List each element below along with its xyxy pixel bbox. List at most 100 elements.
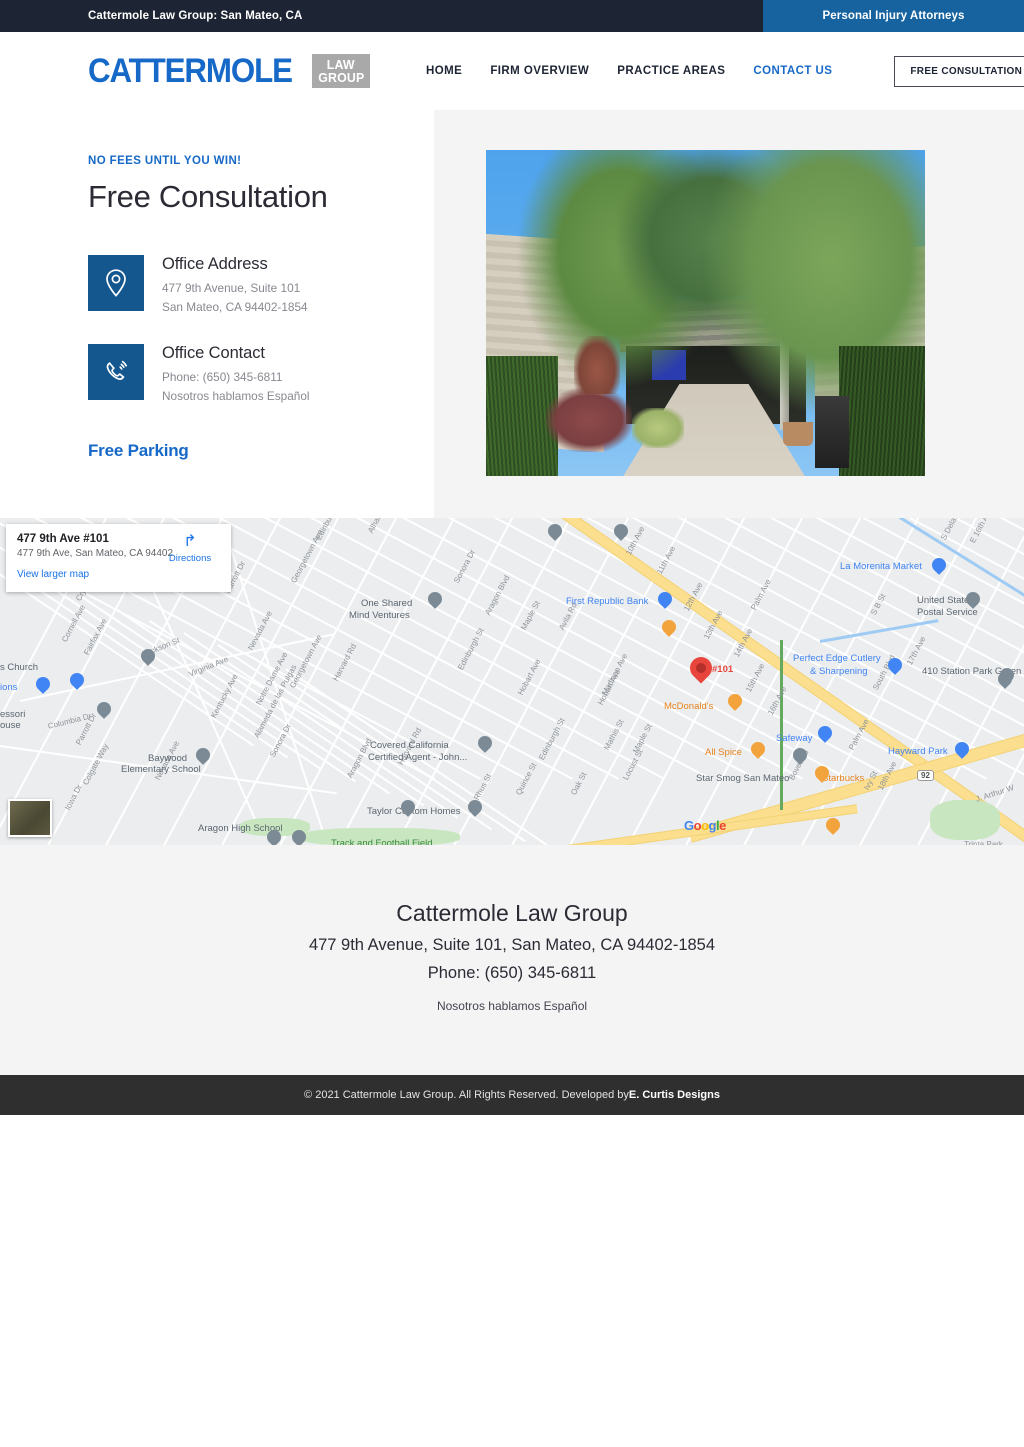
site-footer: © 2021 Cattermole Law Group. All Rights … bbox=[0, 1075, 1024, 1115]
site-header: CATTERMOLE LAW GROUP HOME FIRM OVERVIEW … bbox=[0, 32, 1024, 110]
photo-flax-plant bbox=[574, 336, 620, 394]
office-contact-block: Office Contact Phone: (650) 345-6811 Nos… bbox=[88, 343, 418, 407]
map-poi-pin[interactable] bbox=[425, 589, 445, 611]
firm-language-note: Nosotros hablamos Español bbox=[436, 999, 588, 1013]
photo-red-shrub bbox=[546, 388, 632, 452]
map-green-area bbox=[930, 800, 1000, 840]
map-poi-label[interactable]: Track and Football Field bbox=[331, 838, 433, 845]
map-satellite-toggle[interactable] bbox=[8, 799, 52, 837]
map-poi-label[interactable]: All Spice bbox=[705, 747, 742, 758]
page-title: Free Consultation bbox=[88, 179, 328, 214]
page-bottom-whitespace bbox=[0, 1115, 1024, 1447]
logo-badge-line-2: GROUP bbox=[317, 70, 365, 85]
logo-badge: LAW GROUP bbox=[311, 54, 371, 88]
map-poi-pin[interactable] bbox=[725, 691, 745, 713]
map-poi-pin[interactable] bbox=[952, 739, 972, 761]
map-poi-label[interactable]: Safeway bbox=[776, 733, 812, 744]
office-phone-line: Phone: (650) 345-6811 bbox=[162, 369, 283, 384]
office-address-line-2: San Mateo, CA 94402-1854 bbox=[162, 300, 308, 315]
office-contact-text: Office Contact Phone: (650) 345-6811 Nos… bbox=[162, 344, 310, 407]
office-language-line: Nosotros hablamos Español bbox=[162, 389, 310, 404]
google-map[interactable]: 10th Ave 11th Ave 12th Ave 13th Ave 14th Ave… bbox=[0, 518, 1024, 845]
map-pin-icon bbox=[88, 255, 144, 311]
map-poi-label[interactable]: Perfect Edge Cutlery bbox=[793, 653, 881, 664]
directions-arrow-icon: ↱ bbox=[183, 533, 197, 550]
top-bar-location-text: Cattermole Law Group: San Mateo, CA bbox=[88, 10, 303, 22]
map-info-card[interactable]: 477 9th Ave #101 477 9th Ave, San Mateo,… bbox=[6, 524, 231, 592]
map-poi-pin[interactable] bbox=[611, 521, 631, 543]
copyright-text: © 2021 Cattermole Law Group. All Rights … bbox=[304, 1089, 629, 1101]
address-section: Cattermole Law Group 477 9th Avenue, Sui… bbox=[0, 845, 1024, 1075]
map-poi-label[interactable]: One Shared bbox=[361, 598, 412, 609]
photo-flower-pot bbox=[783, 422, 813, 446]
map-poi-pin[interactable] bbox=[748, 739, 768, 761]
map-poi-pin[interactable] bbox=[885, 655, 905, 677]
free-parking-link[interactable]: Free Parking bbox=[88, 441, 418, 461]
map-poi-label[interactable]: First Republic Bank bbox=[566, 596, 648, 607]
map-poi-label[interactable]: Mind Ventures bbox=[349, 610, 410, 621]
map-poi-pin[interactable] bbox=[655, 589, 675, 611]
map-poi-pin[interactable] bbox=[995, 669, 1015, 691]
nav-item-home[interactable]: HOME bbox=[412, 65, 476, 77]
map-poi-pin[interactable] bbox=[963, 589, 983, 611]
map-poi-label[interactable]: s Church bbox=[0, 662, 38, 673]
map-poi-label[interactable]: Covered California bbox=[370, 740, 449, 751]
map-poi-pin[interactable] bbox=[812, 763, 832, 785]
office-marker-label: #101 bbox=[712, 664, 734, 675]
map-poi-label[interactable]: & Sharpening bbox=[810, 666, 868, 677]
office-location-marker[interactable] bbox=[685, 652, 717, 687]
map-poi-pin[interactable] bbox=[94, 699, 114, 721]
map-poi-label[interactable]: Elementary School bbox=[121, 764, 201, 775]
firm-address: 477 9th Avenue, Suite 101, San Mateo, CA… bbox=[308, 936, 716, 954]
map-green-area bbox=[780, 640, 783, 810]
map-poi-pin[interactable] bbox=[815, 723, 835, 745]
directions-button[interactable]: ↱ Directions bbox=[161, 533, 219, 565]
top-bar-tagline: Personal Injury Attorneys bbox=[763, 0, 1024, 32]
phone-icon bbox=[88, 343, 144, 400]
nav-item-firm-overview[interactable]: FIRM OVERVIEW bbox=[476, 65, 603, 77]
google-logo: Google bbox=[684, 818, 726, 833]
map-poi-pin[interactable] bbox=[475, 733, 495, 755]
site-logo[interactable]: CATTERMOLE LAW GROUP bbox=[88, 54, 371, 88]
map-poi-pin[interactable] bbox=[264, 827, 284, 845]
map-poi-label[interactable]: ouse bbox=[0, 720, 21, 731]
map-poi-label[interactable]: Hayward Park bbox=[888, 746, 948, 757]
map-poi-label[interactable]: essori bbox=[0, 709, 25, 720]
main-navigation: HOME FIRM OVERVIEW PRACTICE AREAS CONTAC… bbox=[412, 32, 1024, 110]
view-larger-map-link[interactable]: View larger map bbox=[17, 569, 220, 580]
photo-shrub-right bbox=[839, 346, 925, 476]
office-photo bbox=[486, 150, 925, 476]
map-poi-pin[interactable] bbox=[193, 745, 213, 767]
map-poi-pin[interactable] bbox=[790, 745, 810, 767]
map-poi-pin[interactable] bbox=[465, 797, 485, 819]
map-poi-label[interactable]: McDonald's bbox=[664, 701, 713, 712]
map-poi-pin[interactable] bbox=[398, 797, 418, 819]
map-poi-label[interactable]: Baywood bbox=[148, 753, 187, 764]
map-poi-label[interactable]: Star Smog San Mateo bbox=[696, 773, 789, 784]
map-poi-pin[interactable] bbox=[545, 521, 565, 543]
developer-credit-link[interactable]: E. Curtis Designs bbox=[629, 1089, 720, 1101]
nav-item-practice-areas[interactable]: PRACTICE AREAS bbox=[603, 65, 739, 77]
map-poi-pin[interactable] bbox=[659, 617, 679, 639]
map-poi-pin[interactable] bbox=[138, 646, 158, 668]
map-poi-label[interactable]: La Morenita Market bbox=[840, 561, 922, 572]
hero-contact-column: NO FEES UNTIL YOU WIN! Free Consultation… bbox=[88, 110, 418, 461]
map-poi-label[interactable]: ions bbox=[0, 682, 17, 693]
firm-name: Cattermole Law Group bbox=[396, 900, 628, 926]
hero-eyebrow: NO FEES UNTIL YOU WIN! bbox=[88, 155, 242, 167]
map-street-label: Trinta Park bbox=[964, 840, 1003, 845]
directions-label: Directions bbox=[168, 553, 212, 564]
logo-badge-line-1: LAW bbox=[326, 56, 355, 72]
office-address-heading: Office Address bbox=[162, 255, 268, 273]
map-poi-pin[interactable] bbox=[67, 670, 87, 692]
map-poi-label[interactable]: Certified Agent - John... bbox=[368, 752, 467, 763]
office-address-line-1: 477 9th Avenue, Suite 101 bbox=[162, 281, 301, 295]
map-poi-pin[interactable] bbox=[823, 815, 843, 837]
map-poi-pin[interactable] bbox=[929, 555, 949, 577]
map-poi-pin[interactable] bbox=[33, 674, 53, 696]
free-consultation-button[interactable]: FREE CONSULTATION bbox=[894, 55, 1024, 87]
map-poi-pin[interactable] bbox=[289, 827, 309, 845]
photo-green-shrub bbox=[632, 408, 684, 448]
firm-phone: Phone: (650) 345-6811 bbox=[427, 964, 597, 982]
nav-item-contact-us[interactable]: CONTACT US bbox=[739, 65, 846, 77]
